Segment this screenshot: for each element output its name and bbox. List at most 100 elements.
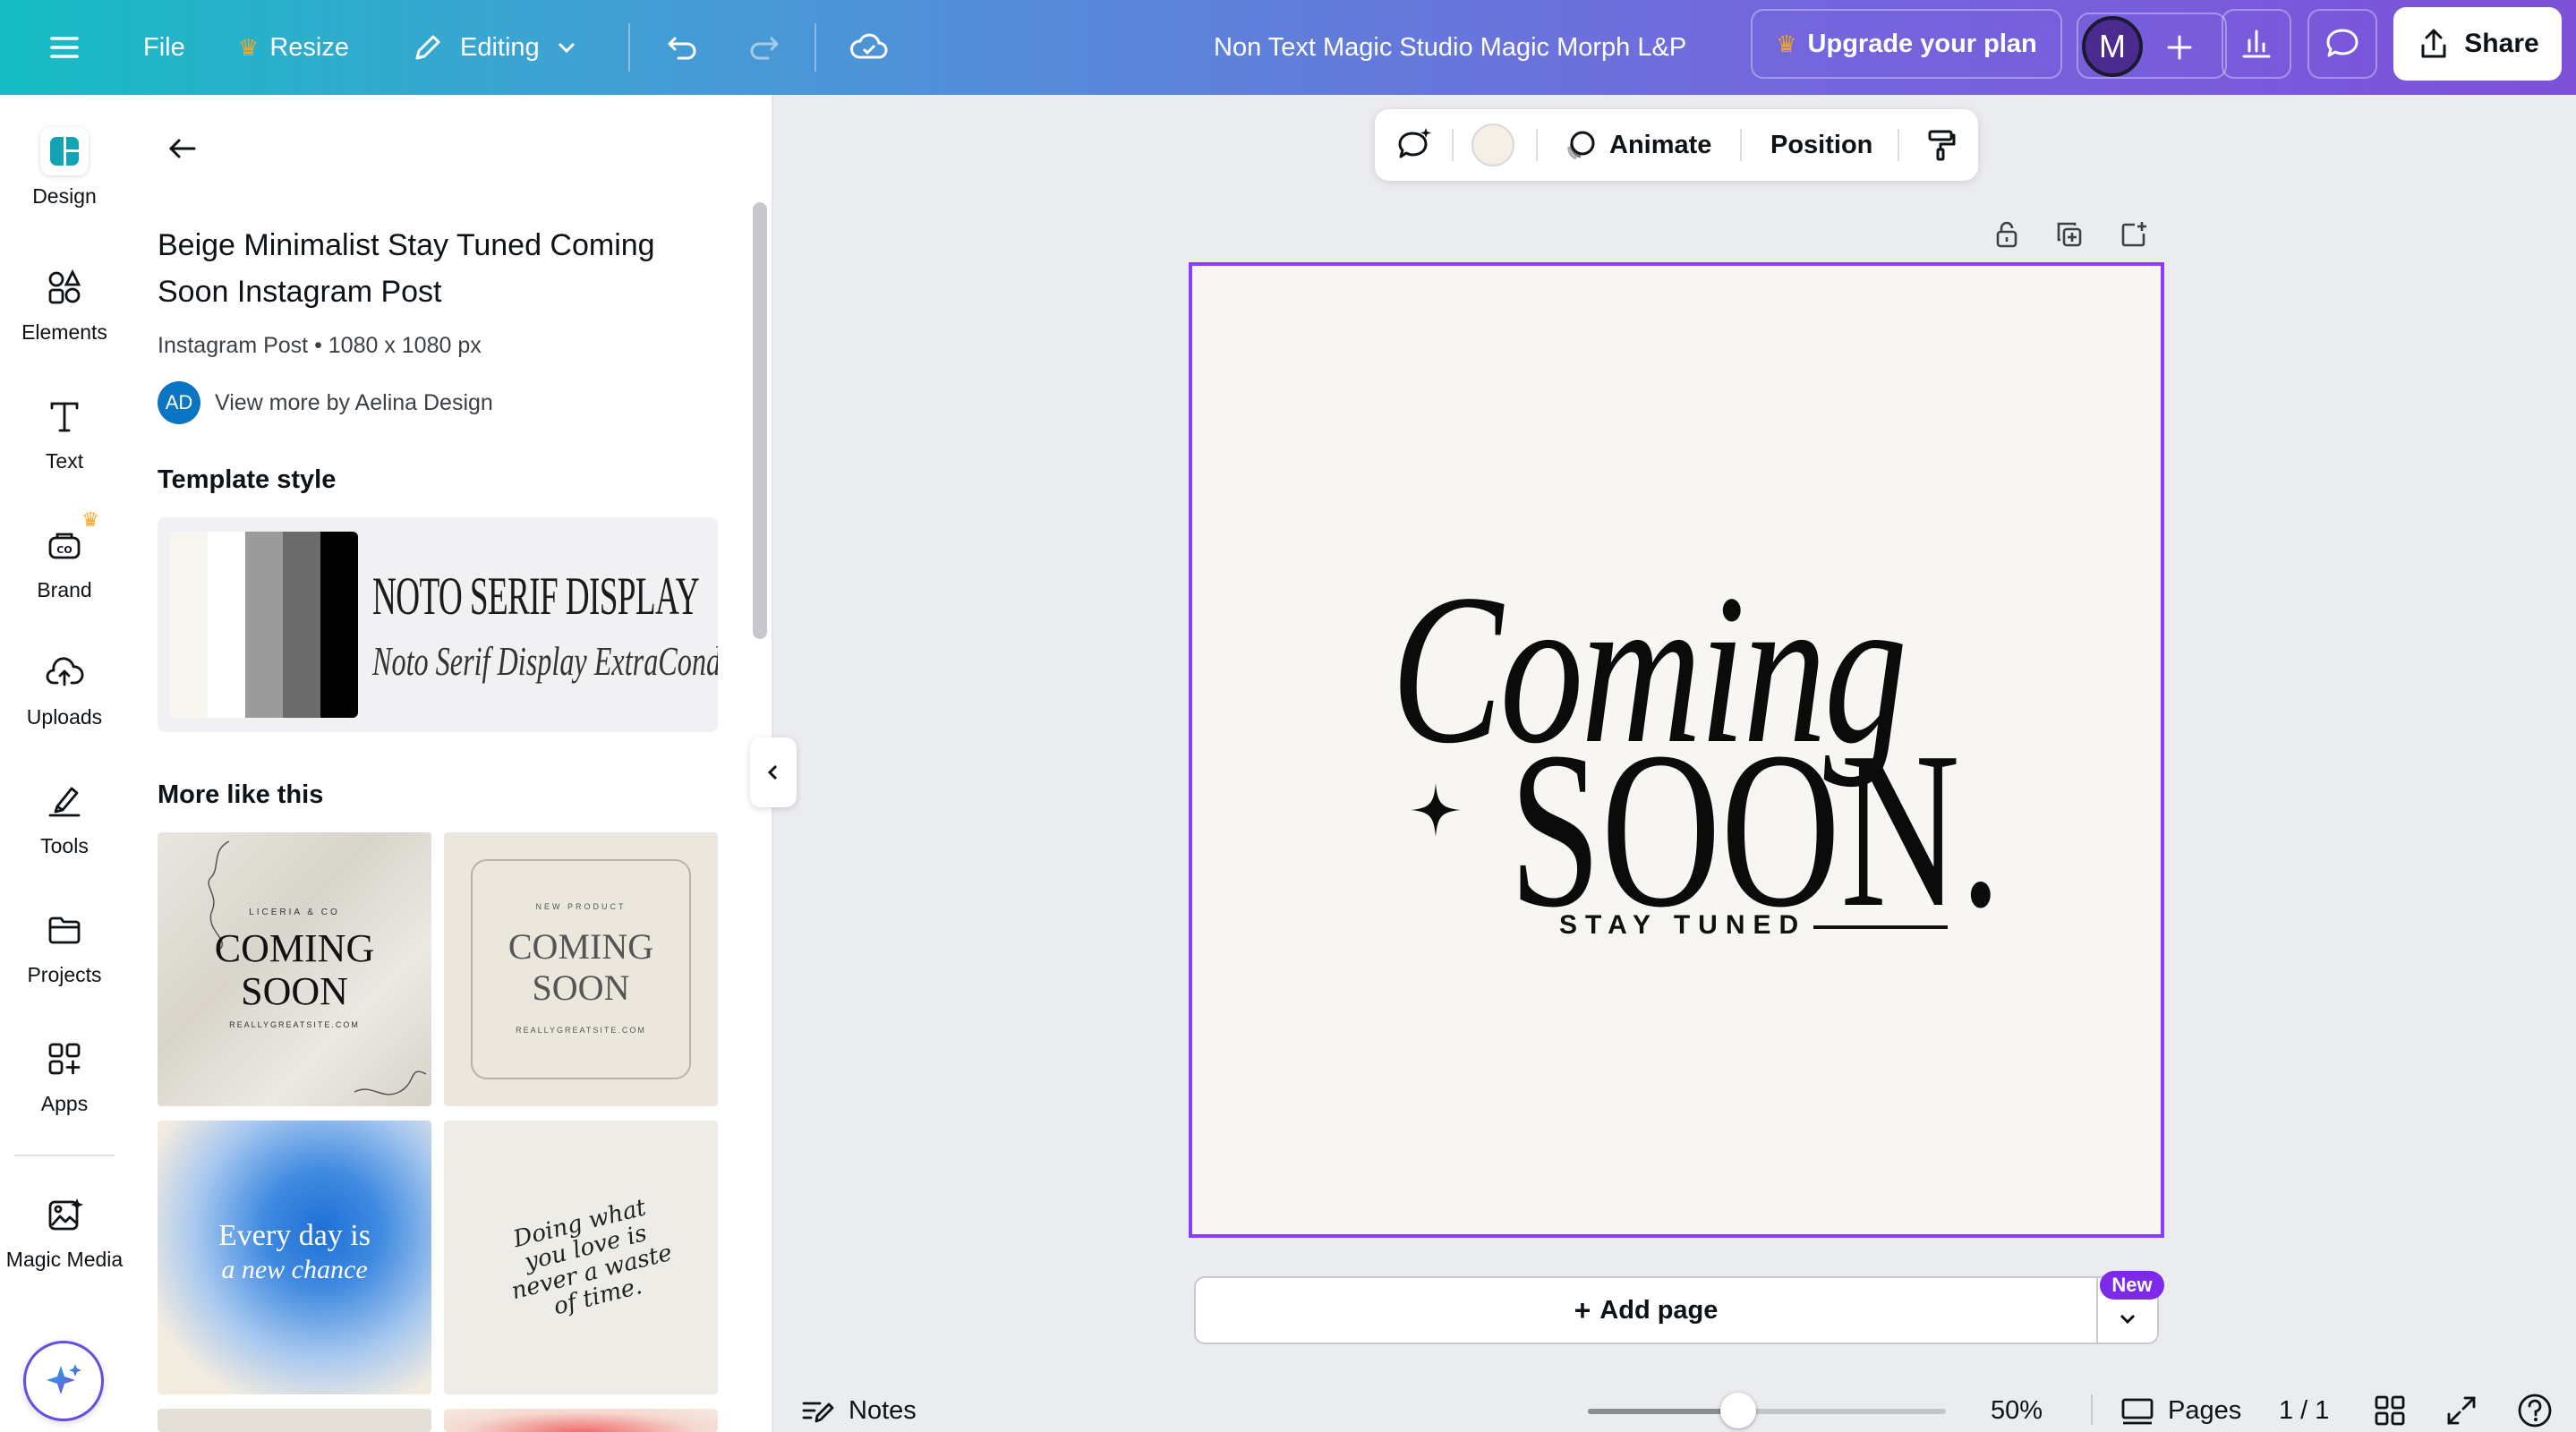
grid-view-button[interactable] [2372, 1385, 2408, 1432]
panel-scrollbar[interactable] [753, 202, 767, 639]
back-button[interactable] [158, 124, 208, 174]
crown-icon: ♛ [238, 33, 260, 61]
rail-item-uploads[interactable]: Uploads [0, 648, 129, 729]
chevron-left-icon [767, 764, 778, 780]
zoom-level-button[interactable]: 50% [1991, 1385, 2043, 1432]
add-page-button[interactable]: + Add page [1194, 1276, 2098, 1344]
magic-media-icon [40, 1190, 89, 1239]
palette-swatch [320, 532, 358, 718]
copy-style-button[interactable] [1915, 120, 1966, 170]
add-collaborator-button[interactable] [2157, 25, 2202, 70]
palette-swatch [283, 532, 320, 718]
file-label: File [143, 32, 185, 62]
template-thumbnail[interactable]: NEW PRODUCT COMING SOON REALLYGREATSITE.… [444, 832, 718, 1106]
upgrade-plan-button[interactable]: ♛ Upgrade your plan [1751, 9, 2062, 79]
body-font-sample: Noto Serif Display ExtraCondensed [372, 638, 718, 684]
duplicate-icon [2057, 222, 2082, 247]
rail-item-brand[interactable]: CO ♛ Brand [0, 508, 129, 602]
comments-button[interactable] [2307, 9, 2377, 79]
pages-label: Pages [2168, 1395, 2242, 1425]
duplicate-page-button[interactable] [2050, 215, 2089, 254]
palette-swatch [245, 532, 283, 718]
rail-item-magic-media[interactable]: Magic Media [0, 1190, 129, 1272]
rail-label: Tools [40, 834, 89, 857]
add-page-top-button[interactable] [2114, 215, 2154, 254]
template-thumbnail[interactable] [444, 1409, 718, 1432]
comment-sparkle-icon [1398, 128, 1431, 158]
template-meta: Instagram Post • 1080 x 1080 px [158, 333, 482, 358]
thumb-main-text: SOON [532, 967, 630, 1008]
rail-item-elements[interactable]: Elements [0, 263, 129, 345]
rail-item-text[interactable]: Text [0, 392, 129, 473]
rail-item-projects[interactable]: Projects [0, 906, 129, 987]
background-color-button[interactable] [1471, 124, 1514, 166]
template-thumbnail[interactable]: LICERIA & CO COMING SOON REALLYGREATSITE… [158, 832, 431, 1106]
redo-button[interactable] [745, 0, 784, 95]
author-avatar[interactable]: AD [158, 381, 200, 424]
thumb-quote: Doing what you love is never a waste of … [497, 1191, 680, 1328]
page-count: 1 / 1 [2279, 1385, 2329, 1432]
upgrade-label: Upgrade your plan [1807, 29, 2037, 58]
soon-text[interactable]: SOON. [1509, 719, 2001, 942]
help-button[interactable] [2515, 1385, 2555, 1432]
share-upload-icon [2421, 29, 2446, 58]
insights-button[interactable] [2222, 9, 2291, 79]
add-page-label: Add page [1599, 1295, 1719, 1325]
design-canvas-page[interactable]: Coming SOON. STAY TUNED [1189, 262, 2164, 1238]
position-button[interactable]: Position [1770, 109, 1872, 181]
stay-tuned-text[interactable]: STAY TUNED [1559, 910, 1806, 941]
position-label: Position [1770, 130, 1873, 159]
thumb-bottom-text: REALLYGREATSITE.COM [229, 1020, 360, 1029]
rail-item-tools[interactable]: Tools [0, 777, 129, 858]
avatar[interactable]: M [2082, 16, 2143, 77]
share-label: Share [2464, 29, 2539, 58]
zoom-slider-handle[interactable] [1720, 1393, 1756, 1428]
toolbar-divider [1452, 129, 1454, 161]
comment-icon [2326, 29, 2358, 57]
template-thumbnail[interactable]: Every day is a new chance [158, 1121, 431, 1394]
thumb-main-text: a new chance [221, 1255, 368, 1284]
new-badge: New [2100, 1271, 2164, 1300]
template-thumbnail[interactable] [158, 1409, 431, 1432]
rail-item-apps[interactable]: Apps [0, 1035, 129, 1116]
fullscreen-button[interactable] [2444, 1385, 2479, 1432]
zoom-slider-track[interactable] [1588, 1409, 1946, 1414]
magic-assistant-button[interactable] [23, 1341, 104, 1421]
bottom-divider [2091, 1394, 2093, 1425]
redo-icon [750, 37, 779, 60]
rail-item-design[interactable]: Design [0, 127, 129, 209]
collapse-panel-button[interactable] [750, 737, 797, 807]
design-icon [40, 127, 89, 175]
thumb-top-text: NEW PRODUCT [535, 902, 627, 911]
expand-icon [2447, 1396, 2476, 1425]
plus-icon: + [1574, 1293, 1591, 1326]
notes-button[interactable]: Notes [800, 1385, 917, 1432]
tools-icon [40, 777, 89, 825]
author-initials: AD [165, 391, 193, 413]
cloud-save-status[interactable] [849, 0, 890, 95]
toolbar-divider [1536, 129, 1538, 161]
file-menu-button[interactable]: File [143, 0, 185, 95]
decorative-line[interactable] [1813, 925, 1948, 929]
undo-button[interactable] [662, 0, 702, 95]
share-button[interactable]: Share [2393, 7, 2562, 81]
template-style-heading: Template style [158, 465, 337, 494]
resize-button[interactable]: ♛ Resize [238, 0, 349, 95]
add-page-icon [2121, 222, 2146, 247]
author-link[interactable]: View more by Aelina Design [215, 390, 493, 416]
lock-page-button[interactable] [1987, 215, 2026, 254]
magic-comment-button[interactable] [1389, 120, 1439, 170]
menu-icon[interactable] [47, 0, 82, 95]
apps-icon [40, 1035, 89, 1083]
thumb-bottom-text: REALLYGREATSITE.COM [516, 1026, 646, 1035]
animate-button[interactable]: Animate [1563, 109, 1711, 181]
editing-mode-dropdown[interactable]: Editing [410, 0, 579, 95]
zoom-slider-fill [1588, 1409, 1738, 1414]
rail-divider [14, 1155, 115, 1156]
document-title[interactable]: Non Text Magic Studio Magic Morph L&P [1214, 0, 1686, 95]
sparkle-star-icon[interactable] [1409, 781, 1463, 839]
lock-icon [1996, 221, 2017, 248]
pages-button[interactable]: Pages [2120, 1385, 2241, 1432]
template-style-card[interactable]: NOTO SERIF DISPLAY Noto Serif Display Ex… [158, 517, 718, 732]
template-thumbnail[interactable]: Doing what you love is never a waste of … [444, 1121, 718, 1394]
